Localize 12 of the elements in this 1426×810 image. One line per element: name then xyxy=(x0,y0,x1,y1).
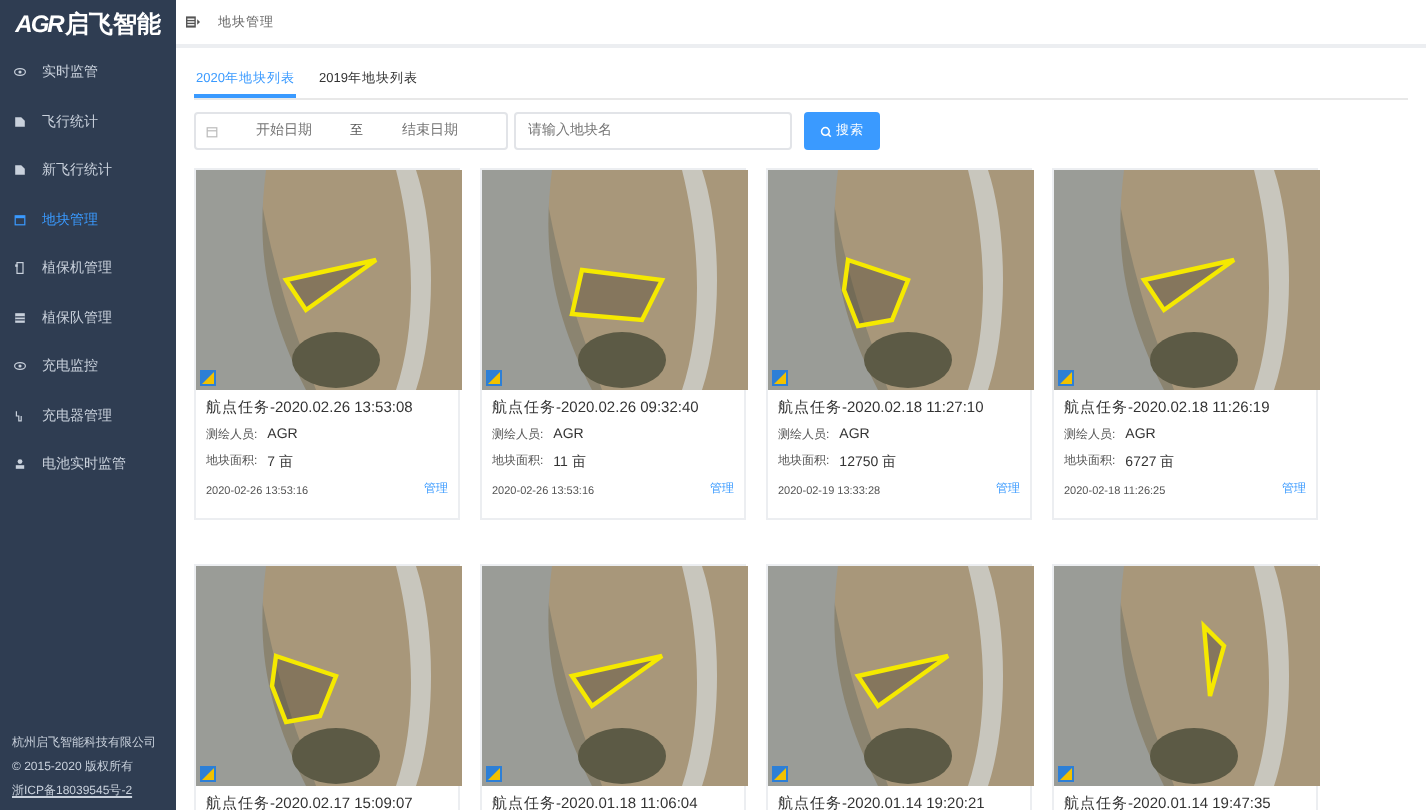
logo: AGR启飞智能 xyxy=(13,7,163,42)
phone-icon xyxy=(14,262,26,275)
grid-icon xyxy=(14,311,26,324)
calendar-icon xyxy=(206,125,218,137)
menu-icon[interactable] xyxy=(186,16,200,28)
document-icon xyxy=(14,164,26,177)
eye-icon xyxy=(14,66,26,79)
person-icon xyxy=(14,458,26,471)
eye-icon xyxy=(14,360,26,373)
document-icon xyxy=(14,115,26,128)
search-icon xyxy=(820,125,832,137)
calendar-icon xyxy=(14,213,26,226)
